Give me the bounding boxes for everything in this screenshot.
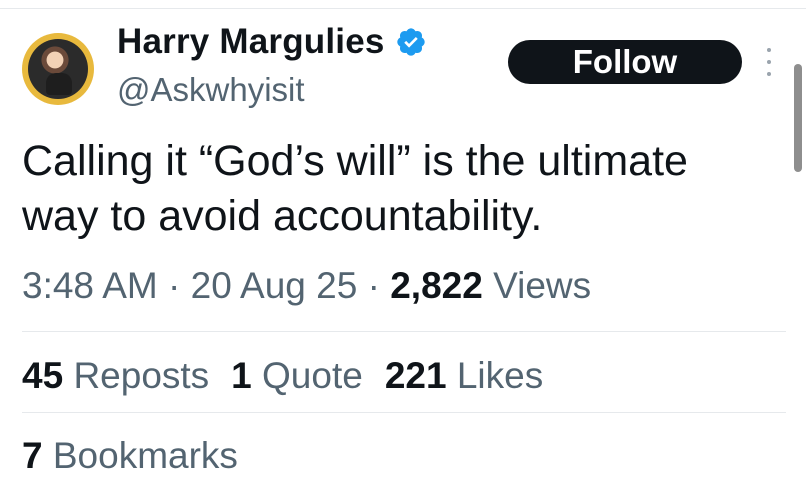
quotes-stat[interactable]: 1 Quote xyxy=(231,352,363,400)
bookmarks-label: Bookmarks xyxy=(52,435,238,476)
bookmarks-stat[interactable]: 7 Bookmarks xyxy=(22,432,238,480)
reposts-count: 45 xyxy=(22,355,64,396)
engagement-stats: 45 Reposts 1 Quote 221 Likes xyxy=(22,352,565,400)
author-handle[interactable]: @Askwhyisit xyxy=(117,71,305,109)
tweet-meta: 3:48 AM · 20 Aug 25 · 2,822 Views xyxy=(22,262,591,310)
scrollbar[interactable] xyxy=(794,64,802,172)
reposts-label: Reposts xyxy=(73,355,210,396)
stats-divider-top xyxy=(22,331,786,332)
tweet-time[interactable]: 3:48 AM xyxy=(22,265,158,306)
reposts-stat[interactable]: 45 Reposts xyxy=(22,352,209,400)
views-label: Views xyxy=(493,265,592,306)
bookmarks-count: 7 xyxy=(22,435,43,476)
avatar-photo xyxy=(28,39,88,99)
author-name-row: Harry Margulies xyxy=(117,22,427,62)
tweet-date[interactable]: 20 Aug 25 xyxy=(191,265,358,306)
stats-divider-bottom xyxy=(22,412,786,413)
likes-count: 221 xyxy=(384,355,447,396)
follow-button[interactable]: Follow xyxy=(508,40,742,84)
tweet-text: Calling it “God’s will” is the ultimate … xyxy=(22,137,688,240)
views-count: 2,822 xyxy=(390,265,483,306)
verified-badge-icon xyxy=(395,26,427,58)
avatar[interactable] xyxy=(22,33,94,105)
top-divider xyxy=(0,8,806,9)
meta-separator: · xyxy=(367,265,380,306)
more-options-icon[interactable] xyxy=(764,48,774,76)
author-name[interactable]: Harry Margulies xyxy=(117,22,385,62)
quotes-count: 1 xyxy=(231,355,252,396)
quotes-label: Quote xyxy=(262,355,363,396)
likes-label: Likes xyxy=(456,355,544,396)
likes-stat[interactable]: 221 Likes xyxy=(385,352,543,400)
meta-separator: · xyxy=(168,265,181,306)
